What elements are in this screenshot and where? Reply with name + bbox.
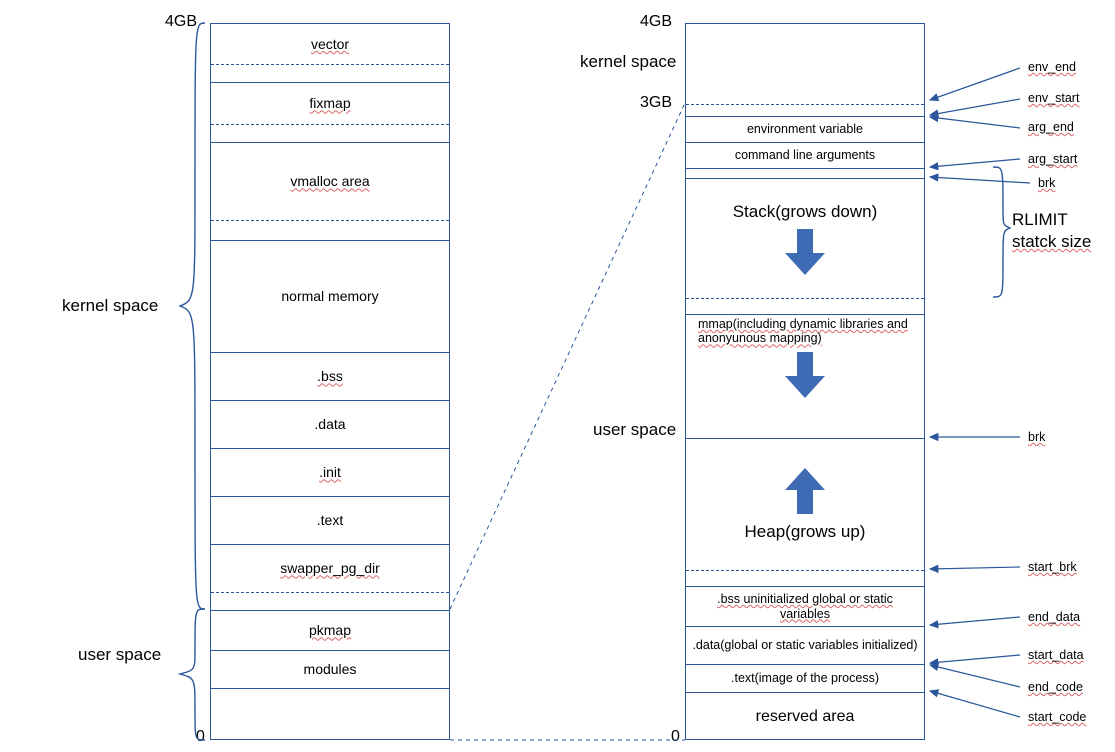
left-label-kernel: kernel space <box>62 296 158 316</box>
right-cell-heap: Heap(grows up) <box>686 438 924 570</box>
text-normal: normal memory <box>281 288 378 304</box>
left-memory-column: vector fixmap vmalloc area normal memory… <box>210 23 450 740</box>
right-cell-bss: .bss uninitialized global or static vari… <box>686 586 924 626</box>
left-label-0: 0 <box>196 728 205 746</box>
text-heap: Heap(grows up) <box>745 522 866 542</box>
ptr-arg-start: arg_start <box>1028 152 1077 166</box>
ptr-env-end: env_end <box>1028 60 1076 74</box>
text-args: command line arguments <box>735 148 875 162</box>
arrow-down-icon-2 <box>785 352 825 398</box>
right-cell-text: .text(image of the process) <box>686 664 924 692</box>
text-init: .init <box>319 464 341 480</box>
right-label-kernel: kernel space <box>580 52 676 72</box>
left-cell-vector: vector <box>211 24 449 64</box>
right-cell-stack: Stack(grows down) <box>686 178 924 298</box>
ptr-rlimit-2: statck size <box>1012 232 1091 252</box>
left-cell-fixmap: fixmap <box>211 82 449 124</box>
ptr-end-data: end_data <box>1028 610 1080 624</box>
right-cell-args: command line arguments <box>686 142 924 168</box>
right-label-0: 0 <box>671 728 680 746</box>
ptr-start-brk: start_brk <box>1028 560 1077 574</box>
text-text-r: .text(image of the process) <box>731 671 879 685</box>
arrow-up-icon <box>785 468 825 514</box>
right-gap-stack-below <box>686 298 924 314</box>
left-cell-pkmap: pkmap <box>211 610 449 650</box>
left-cell-blank <box>211 688 449 741</box>
left-gap-3 <box>211 220 449 240</box>
arrow-down-icon <box>785 229 825 275</box>
left-gap-2 <box>211 124 449 142</box>
left-cell-swapper: swapper_pg_dir <box>211 544 449 592</box>
text-fixmap: fixmap <box>309 95 350 111</box>
text-mmap: mmap(including dynamic libraries and ano… <box>692 317 918 346</box>
left-cell-vmalloc: vmalloc area <box>211 142 449 220</box>
left-label-4gb: 4GB <box>165 13 197 31</box>
connectors-overlay <box>0 0 1115 752</box>
left-cell-init: .init <box>211 448 449 496</box>
left-cell-bss: .bss <box>211 352 449 400</box>
text-data: .data <box>314 416 345 432</box>
left-cell-modules: modules <box>211 650 449 688</box>
text-bss-r: .bss uninitialized global or static vari… <box>692 592 918 621</box>
right-label-4gb: 4GB <box>640 13 672 31</box>
right-gap-args-below <box>686 168 924 178</box>
ptr-arg-end: arg_end <box>1028 120 1074 134</box>
text-swapper: swapper_pg_dir <box>280 560 380 576</box>
left-gap-1 <box>211 64 449 82</box>
text-reserved: reserved area <box>756 708 855 726</box>
text-vmalloc: vmalloc area <box>290 173 369 189</box>
text-pkmap: pkmap <box>309 622 351 638</box>
right-label-user: user space <box>593 420 676 440</box>
ptr-brk: brk <box>1028 430 1045 444</box>
left-cell-text: .text <box>211 496 449 544</box>
text-bss: .bss <box>317 368 343 384</box>
text-text: .text <box>317 512 343 528</box>
ptr-start-code: start_code <box>1028 710 1086 724</box>
right-3gb-gap <box>686 104 924 116</box>
text-data-r: .data(global or static variables initial… <box>692 638 917 652</box>
right-memory-column: environment variable command line argume… <box>685 23 925 740</box>
left-cell-normal: normal memory <box>211 240 449 352</box>
right-cell-kernel-blank <box>686 24 924 104</box>
right-cell-data: .data(global or static variables initial… <box>686 626 924 664</box>
left-label-user: user space <box>78 645 161 665</box>
right-cell-reserved: reserved area <box>686 692 924 741</box>
text-env: environment variable <box>747 122 863 136</box>
text-modules: modules <box>304 661 357 677</box>
left-gap-4 <box>211 592 449 610</box>
ptr-rlimit-1: RLIMIT <box>1012 210 1068 230</box>
right-cell-env: environment variable <box>686 116 924 142</box>
right-cell-mmap: mmap(including dynamic libraries and ano… <box>686 314 924 438</box>
ptr-env-start: env_start <box>1028 91 1079 105</box>
text-stack: Stack(grows down) <box>733 202 878 222</box>
left-cell-data: .data <box>211 400 449 448</box>
right-gap-heap-below <box>686 570 924 586</box>
ptr-end-code: end_code <box>1028 680 1083 694</box>
ptr-brk-top: brk <box>1038 176 1055 190</box>
right-label-3gb: 3GB <box>640 94 672 112</box>
text-vector: vector <box>311 36 349 52</box>
ptr-start-data: start_data <box>1028 648 1084 662</box>
